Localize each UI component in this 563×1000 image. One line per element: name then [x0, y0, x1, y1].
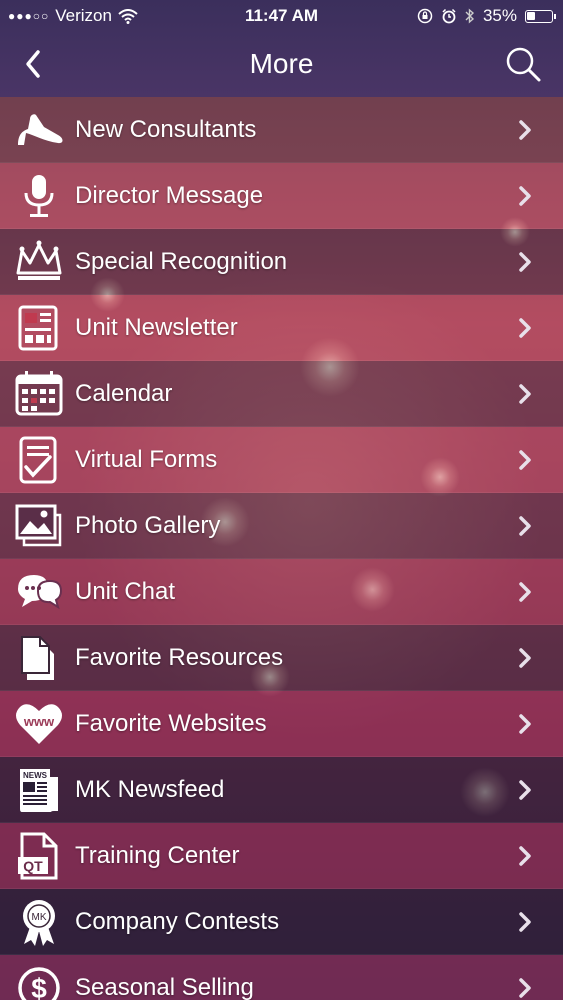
menu-item[interactable]: Virtual Forms [0, 427, 563, 493]
menu-item-label: Unit Newsletter [75, 313, 238, 341]
menu-item[interactable]: Favorite Resources [0, 625, 563, 691]
crown-icon [12, 237, 66, 287]
status-bar: ●●●○○ Verizon 11:47 AM 35% [0, 0, 563, 32]
chevron-right-icon [513, 973, 537, 1000]
menu-item[interactable]: Photo Gallery [0, 493, 563, 559]
navigation-bar: More [0, 32, 563, 97]
svg-text:NEWS: NEWS [23, 771, 48, 780]
menu-item-label: Unit Chat [75, 577, 176, 605]
search-button[interactable] [503, 44, 543, 84]
menu-item[interactable]: www Favorite Websites [0, 691, 563, 757]
menu-item-label: Favorite Websites [75, 709, 267, 737]
chevron-right-icon [513, 313, 537, 343]
battery-icon [525, 9, 556, 23]
menu-item-label: New Consultants [75, 115, 257, 143]
menu-item[interactable]: Unit Newsletter [0, 295, 563, 361]
battery-percent: 35% [482, 6, 517, 25]
rotation-lock-icon [417, 8, 433, 24]
high-heel-icon [12, 105, 66, 155]
svg-text:$: $ [31, 973, 47, 1000]
menu-item[interactable]: MK Company Contests [0, 889, 563, 955]
menu-item-label: MK Newsfeed [75, 775, 225, 803]
app-header: ●●●○○ Verizon 11:47 AM 35% More [0, 0, 563, 97]
status-indicators: 35% [417, 6, 556, 26]
alarm-icon [442, 8, 456, 24]
menu-item[interactable]: Special Recognition [0, 229, 563, 295]
heart-www-icon: www [12, 699, 66, 749]
chat-bubbles-icon [12, 567, 66, 617]
chevron-right-icon [513, 445, 537, 475]
calendar-icon [12, 369, 66, 419]
chevron-right-icon [513, 643, 537, 673]
svg-text:www: www [23, 714, 55, 729]
menu-item-label: Favorite Resources [75, 643, 284, 671]
menu-item-label: Photo Gallery [75, 511, 221, 539]
menu-item-label: Special Recognition [75, 247, 288, 275]
menu-item-label: Virtual Forms [75, 445, 218, 473]
photo-gallery-icon [12, 501, 66, 551]
menu-item[interactable]: Unit Chat [0, 559, 563, 625]
menu-item-label: Seasonal Selling [75, 973, 254, 1000]
menu-list: New Consultants Director Message Special R… [0, 97, 563, 1000]
menu-item-label: Director Message [75, 181, 264, 209]
chevron-right-icon [513, 775, 537, 805]
chevron-right-icon [513, 907, 537, 937]
microphone-icon [12, 171, 66, 221]
chevron-right-icon [513, 511, 537, 541]
menu-item-label: Calendar [75, 379, 173, 407]
dollar-circle-icon: $ [12, 963, 66, 1000]
menu-item[interactable]: Calendar [0, 361, 563, 427]
menu-item[interactable]: NEWS MK Newsfeed [0, 757, 563, 823]
menu-item-label: Training Center [75, 841, 240, 869]
menu-item[interactable]: New Consultants [0, 97, 563, 163]
menu-item[interactable]: Director Message [0, 163, 563, 229]
page-title: More [249, 48, 314, 79]
svg-text:MK: MK [32, 912, 47, 923]
chevron-right-icon [513, 115, 537, 145]
chevron-right-icon [513, 379, 537, 409]
chevron-right-icon [513, 709, 537, 739]
menu-item[interactable]: $ Seasonal Selling [0, 955, 563, 1000]
menu-item[interactable]: QT Training Center [0, 823, 563, 889]
chevron-right-icon [513, 247, 537, 277]
battery-tip [554, 13, 556, 19]
chevron-right-icon [513, 841, 537, 871]
menu-item-label: Company Contests [75, 907, 280, 935]
newspaper-icon: NEWS [12, 765, 66, 815]
documents-icon [12, 633, 66, 683]
bluetooth-icon [465, 8, 474, 24]
chevron-right-icon [513, 577, 537, 607]
form-checklist-icon [12, 435, 66, 485]
qt-document-icon: QT [12, 831, 66, 881]
search-icon [506, 47, 541, 82]
battery-fill [527, 11, 535, 20]
svg-text:QT: QT [23, 858, 43, 874]
newsletter-icon [12, 303, 66, 353]
chevron-right-icon [513, 181, 537, 211]
award-ribbon-icon: MK [12, 897, 66, 947]
